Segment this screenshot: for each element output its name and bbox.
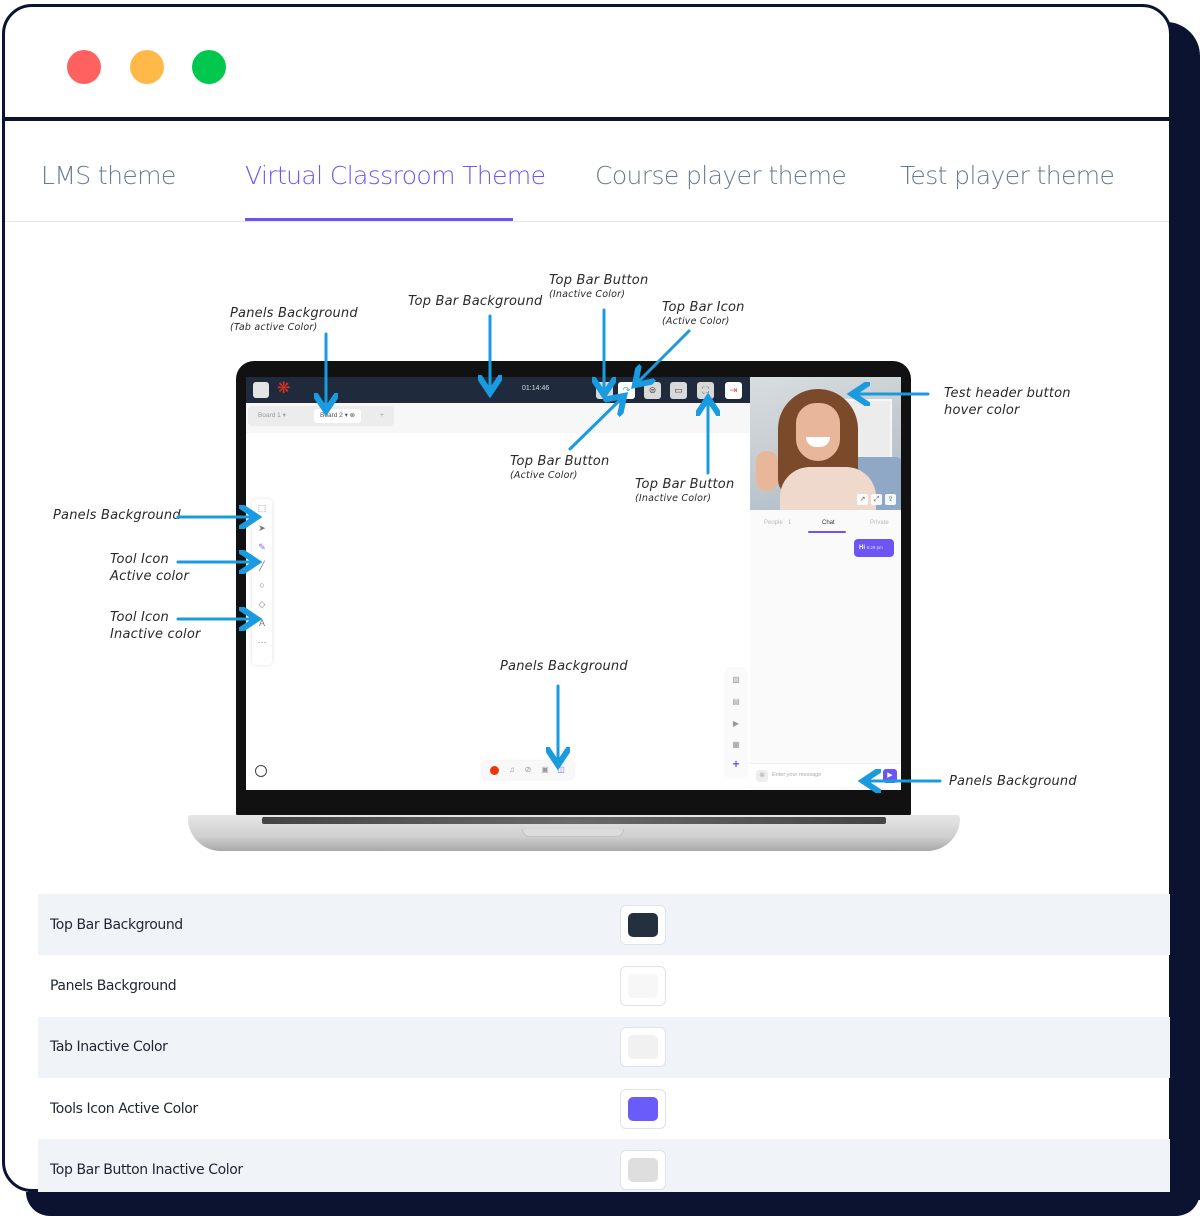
annotation-tool-icon-active: Tool Icon Active color xyxy=(110,552,189,584)
color-picker-tools-icon-active-color[interactable] xyxy=(620,1088,666,1129)
color-swatch xyxy=(628,912,658,937)
setting-label: Tools Icon Active Color xyxy=(50,1100,198,1117)
session-timer: 01:14:46 xyxy=(522,385,550,392)
color-picker-top-bar-background[interactable] xyxy=(620,904,666,945)
setting-label: Tab Inactive Color xyxy=(50,1039,168,1056)
attach-icon: ⊗ xyxy=(756,770,768,782)
annotation-test-header-hover: Test header button hover color xyxy=(944,386,1071,418)
status-circle-icon xyxy=(255,765,267,777)
chat-tab-private: Private xyxy=(870,520,889,526)
setting-label: Panels Background xyxy=(50,977,177,994)
annotation-panels-bg-left: Panels Background xyxy=(53,508,181,523)
window-shadow-right xyxy=(1170,880,1200,1200)
record-icon: ⊜ xyxy=(644,382,661,399)
logo-icon: ❋ xyxy=(277,380,291,397)
tools-panel: ⬚ ➤ ✎ ╱ ○ ◇ A ··· xyxy=(252,499,272,665)
select-tool-icon: ⬚ xyxy=(257,503,267,513)
color-swatch xyxy=(628,1035,658,1060)
play-icon: ▶ xyxy=(732,719,740,728)
color-swatch xyxy=(628,973,658,998)
chat-tab-chat: Chat xyxy=(822,520,835,526)
theme-settings-list: Top Bar Background Panels Background Tab… xyxy=(38,894,1170,1201)
color-swatch xyxy=(628,1096,658,1121)
color-picker-tab-inactive-color[interactable] xyxy=(620,1027,666,1068)
record-dot-icon xyxy=(490,765,499,775)
color-picker-panels-background[interactable] xyxy=(620,965,666,1006)
panel-toggle-icon: ◫ xyxy=(557,765,565,774)
color-swatch xyxy=(628,1157,658,1182)
document-icon: ▤ xyxy=(732,697,740,706)
chat-message-time: 5:29 pm xyxy=(866,545,883,550)
content-panel: ▨ ▤ ▶ ▦ + xyxy=(726,669,746,777)
setting-row-tab-inactive-color: Tab Inactive Color xyxy=(38,1016,1170,1078)
participant-video: ↗ ⤢ ⇪ xyxy=(750,377,901,510)
board-tabs: Board 1 ▾ Board 2 ▾ ⊗ + xyxy=(248,406,394,426)
setting-label: Top Bar Background xyxy=(50,916,183,933)
screen-share-icon: ▣ xyxy=(541,765,549,774)
laptop-keyboard xyxy=(262,817,886,824)
undo-icon: ↶ xyxy=(596,382,613,399)
upload-icon: ⇪ xyxy=(885,494,896,505)
window-shadow-bottom xyxy=(26,1192,1200,1216)
classroom-top-bar: ❋ 01:14:46 ↶ ↷ ⊜ ▭ ⛶ ⇥ xyxy=(246,377,750,403)
chat-input-bar: ⊗ Enter your message ▶ xyxy=(750,763,901,787)
popout-icon: ↗ xyxy=(857,494,868,505)
mic-icon: ♫ xyxy=(509,765,515,774)
image-icon: ▨ xyxy=(732,675,740,684)
chat-message: Hi 5:29 pm xyxy=(854,539,894,557)
annotation-top-bar-button-inactive: Top Bar Button (Inactive Color) xyxy=(635,477,735,504)
annotation-top-bar-button-inactive-top: Top Bar Button (Inactive Color) xyxy=(549,273,649,300)
annotation-top-bar-bg: Top Bar Background xyxy=(408,294,543,309)
color-picker-top-bar-button-inactive-color[interactable] xyxy=(620,1149,666,1190)
text-tool-icon: A xyxy=(258,618,265,628)
chat-panel: People · 1 Chat Private Hi 5:29 pm ⊗ Ent… xyxy=(750,510,901,790)
add-board-icon: + xyxy=(380,412,384,419)
pen-tool-icon: ✎ xyxy=(258,542,266,552)
annotation-tool-icon-inactive: Tool Icon Inactive color xyxy=(110,610,201,642)
line-tool-icon: ╱ xyxy=(259,561,265,571)
chat-message-text: Hi xyxy=(859,545,865,551)
menu-icon xyxy=(253,382,269,398)
laptop-notch xyxy=(522,829,624,837)
media-controls-panel: ♫ ⊘ ▣ ◫ xyxy=(482,761,574,779)
send-icon: ▶ xyxy=(883,769,897,783)
chat-tab-indicator xyxy=(808,531,846,533)
virtual-classroom-illustration: ❋ 01:14:46 ↶ ↷ ⊜ ▭ ⛶ ⇥ Board 1 ▾ Board 2… xyxy=(0,0,1200,880)
add-content-icon: + xyxy=(732,757,740,771)
fullscreen-icon: ⛶ xyxy=(697,382,714,399)
gallery-icon: ▦ xyxy=(732,740,740,749)
annotation-top-bar-button-active: Top Bar Button (Active Color) xyxy=(510,454,610,481)
board-tabs-bar: Board 1 ▾ Board 2 ▾ ⊗ + xyxy=(246,403,750,433)
chat-input-placeholder: Enter your message xyxy=(772,772,822,778)
redo-icon: ↷ xyxy=(618,382,635,399)
board-tab-1: Board 1 ▾ xyxy=(258,412,286,419)
camera-off-icon: ⊘ xyxy=(524,765,532,774)
chat-tab-people: People · 1 xyxy=(764,520,792,526)
setting-row-panels-background: Panels Background xyxy=(38,955,1170,1016)
setting-row-tools-icon-active-color: Tools Icon Active Color xyxy=(38,1078,1170,1139)
annotation-panels-bg-chat: Panels Background xyxy=(949,774,1077,789)
eraser-tool-icon: ◇ xyxy=(258,599,266,609)
more-tools-icon: ··· xyxy=(257,637,267,647)
laptop-screen: ❋ 01:14:46 ↶ ↷ ⊜ ▭ ⛶ ⇥ Board 1 ▾ Board 2… xyxy=(246,377,901,790)
exit-icon: ⇥ xyxy=(725,382,742,399)
setting-row-top-bar-background: Top Bar Background xyxy=(38,894,1170,956)
circle-tool-icon: ○ xyxy=(259,580,265,590)
setting-label: Top Bar Button Inactive Color xyxy=(50,1161,243,1178)
annotation-panels-bg-bottom: Panels Background xyxy=(500,659,628,674)
board-tab-2: Board 2 ▾ ⊗ xyxy=(314,409,362,423)
layout-icon: ▭ xyxy=(670,382,687,399)
expand-icon: ⤢ xyxy=(871,494,882,505)
annotation-panels-bg-tab: Panels Background (Tab active Color) xyxy=(230,306,358,333)
annotation-top-bar-icon-active: Top Bar Icon (Active Color) xyxy=(662,300,745,327)
pointer-tool-icon: ➤ xyxy=(258,523,266,533)
